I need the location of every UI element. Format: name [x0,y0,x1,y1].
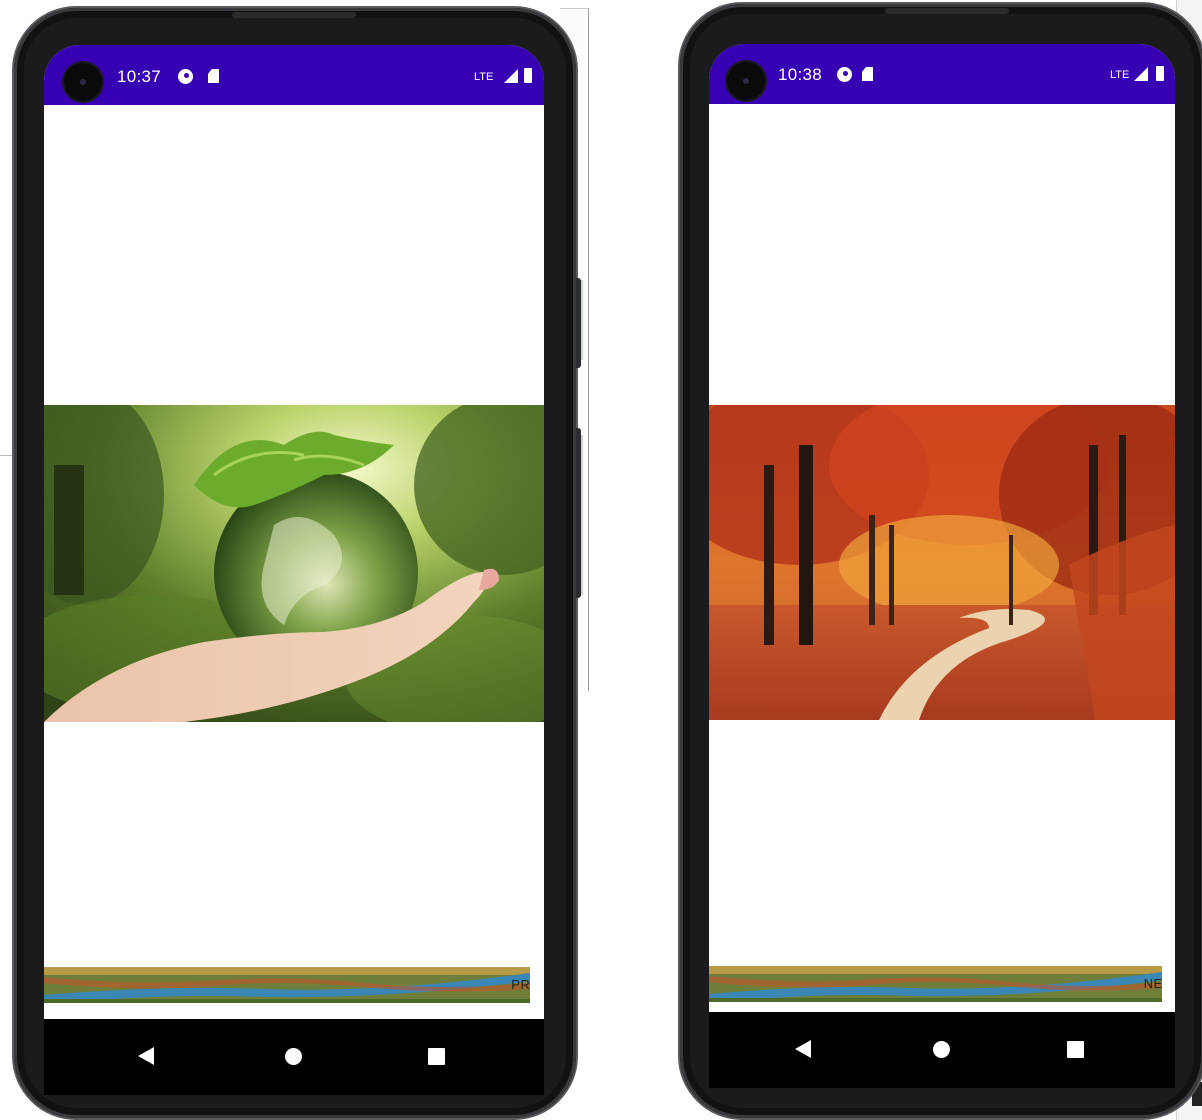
screenshot-canvas: 10:37 LTE PR 10:38 LTE NE [0,0,1202,1120]
back-icon[interactable] [138,1047,154,1065]
status-bar: 10:37 LTE [44,45,544,105]
home-icon[interactable] [933,1041,950,1058]
sd-card-icon [208,69,219,83]
network-type: LTE [474,71,494,83]
speaker-grille [885,8,1009,14]
status-bar: 10:38 LTE [709,44,1175,104]
sd-card-icon [862,67,873,81]
back-icon[interactable] [795,1040,811,1058]
globe-in-hand-image [44,405,544,722]
background-divider [0,455,12,456]
speaker-grille [232,12,356,18]
phone-right: 10:38 LTE NE [680,4,1202,1118]
status-time: 10:38 [778,65,823,84]
next-button[interactable]: NEXT [709,966,1162,1002]
phone-screen: 10:37 LTE PR [44,45,544,1079]
battery-icon [524,68,532,83]
notification-icon [178,69,193,84]
navigation-bar [709,1012,1175,1088]
recents-icon[interactable] [1067,1041,1084,1058]
front-camera [727,62,765,100]
next-button-label: NEXT [1143,976,1162,991]
prev-button-label: PREV [511,977,530,992]
home-icon[interactable] [285,1048,302,1065]
phone-left: 10:37 LTE PR [14,8,581,1118]
battery-icon [1156,66,1164,81]
phone-screen: 10:38 LTE NE [709,44,1175,1074]
volume-button [576,428,581,598]
recents-icon[interactable] [428,1048,445,1065]
power-button [576,278,581,368]
signal-icon [504,69,518,83]
notification-icon [837,67,852,82]
status-time: 10:37 [117,67,162,86]
navigation-bar [44,1019,544,1095]
signal-icon [1134,67,1148,81]
autumn-forest-image [709,405,1175,720]
prev-button[interactable]: PREV [44,967,530,1003]
network-type: LTE [1110,69,1130,81]
front-camera [64,63,102,101]
